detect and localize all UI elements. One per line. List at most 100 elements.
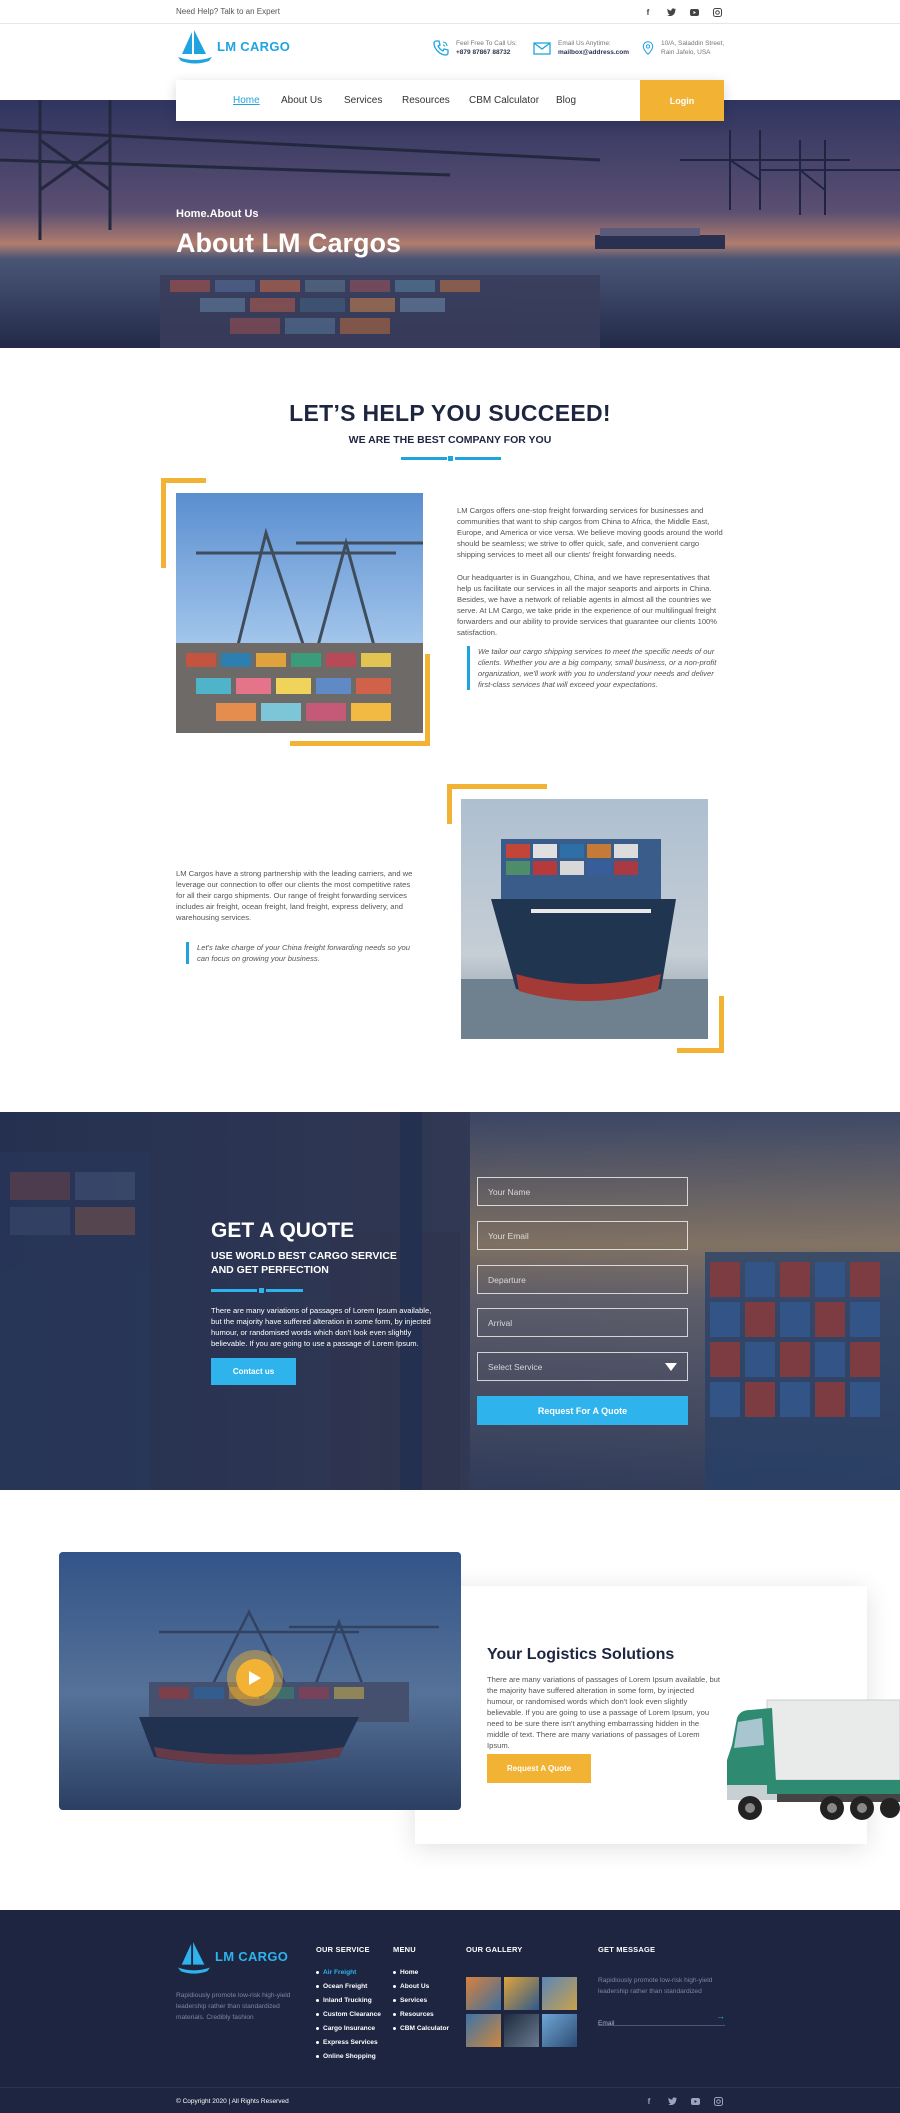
footer-email-placeholder: Email bbox=[598, 2020, 615, 2027]
footer-service-title: OUR SERVICE bbox=[316, 1945, 370, 1954]
intro-quote-2: Let's take charge of your China freight … bbox=[186, 942, 416, 964]
nav-resources[interactable]: Resources bbox=[402, 95, 450, 106]
quote-title: GET A QUOTE bbox=[211, 1219, 355, 1242]
request-quote-submit-button[interactable]: Request For A Quote bbox=[477, 1396, 688, 1425]
phone-label: Feel Free To Call Us: bbox=[456, 40, 517, 47]
footer-service-item[interactable]: Cargo Insurance bbox=[316, 2022, 381, 2036]
port-cranes-background bbox=[0, 100, 900, 348]
footer-menu-item[interactable]: Services bbox=[393, 1994, 449, 2008]
footer-service-list: Air Freight Ocean Freight Inland Truckin… bbox=[316, 1966, 381, 2064]
main-nav: Home About Us Services Resources CBM Cal… bbox=[176, 80, 724, 121]
instagram-icon[interactable] bbox=[712, 7, 722, 17]
port-crane-photo bbox=[176, 493, 423, 733]
gallery-thumb[interactable] bbox=[504, 2014, 539, 2047]
your-email-field[interactable]: Your Email bbox=[477, 1221, 688, 1250]
container-yard-background bbox=[0, 1112, 900, 1490]
address-line2: Rain Jafelo, USA bbox=[661, 49, 711, 56]
footer-logo[interactable]: LM CARGO bbox=[176, 1942, 288, 1976]
request-a-quote-button[interactable]: Request A Quote bbox=[487, 1754, 591, 1783]
nav-cbm-calculator[interactable]: CBM Calculator bbox=[469, 95, 539, 106]
login-button[interactable]: Login bbox=[640, 80, 724, 121]
breadcrumb: Home.About Us bbox=[176, 208, 259, 220]
contact-us-button[interactable]: Contact us bbox=[211, 1358, 296, 1385]
location-pin-icon bbox=[642, 41, 654, 55]
footer-divider bbox=[0, 2087, 900, 2088]
page-title: About LM Cargos bbox=[176, 228, 401, 258]
footer-logo-text: LM CARGO bbox=[215, 1949, 289, 1964]
hero-banner: Home.About Us About LM Cargos bbox=[0, 100, 900, 348]
header-phone: Feel Free To Call Us: +879 87867 88732 bbox=[432, 39, 517, 57]
footer-menu-item[interactable]: CBM Calculator bbox=[393, 2022, 449, 2036]
play-button[interactable] bbox=[236, 1659, 274, 1697]
arrow-right-icon[interactable]: → bbox=[716, 2011, 725, 2021]
footer-service-item[interactable]: Online Shopping bbox=[316, 2050, 381, 2064]
quote-text: There are many variations of passages of… bbox=[211, 1306, 432, 1348]
footer-service-item[interactable]: Custom Clearance bbox=[316, 2008, 381, 2022]
footer-email-input[interactable]: Email → bbox=[598, 2011, 725, 2027]
header-logo[interactable]: LM CARGO bbox=[176, 30, 290, 66]
container-ship-photo bbox=[461, 799, 708, 1039]
facebook-icon[interactable]: f bbox=[643, 7, 653, 17]
departure-field[interactable]: Departure bbox=[477, 1265, 688, 1294]
intro-title: LET’S HELP YOU SUCCEED! bbox=[289, 400, 611, 426]
instagram-icon[interactable] bbox=[713, 2096, 723, 2106]
youtube-icon[interactable] bbox=[689, 7, 699, 17]
quote-divider-dot bbox=[259, 1288, 264, 1293]
youtube-icon[interactable] bbox=[690, 2096, 700, 2106]
gallery-thumb[interactable] bbox=[504, 1977, 539, 2010]
top-bar: Need Help? Talk to an Expert f bbox=[0, 0, 900, 24]
gallery-thumb[interactable] bbox=[466, 1977, 501, 2010]
select-service-label: Select Service bbox=[488, 1362, 543, 1372]
your-name-field[interactable]: Your Name bbox=[477, 1177, 688, 1206]
select-service-dropdown[interactable]: Select Service bbox=[477, 1352, 688, 1381]
address-line1: 10/A, Saladdin Street, bbox=[661, 40, 725, 47]
nav-services[interactable]: Services bbox=[344, 95, 382, 106]
footer-service-item[interactable]: Inland Trucking bbox=[316, 1994, 381, 2008]
intro-paragraph-2: Our headquarter is in Guangzhou, China, … bbox=[457, 573, 718, 637]
footer-menu-item[interactable]: About Us bbox=[393, 1980, 449, 1994]
play-icon bbox=[249, 1671, 261, 1685]
gallery-thumb[interactable] bbox=[542, 2014, 577, 2047]
footer-about-text: Rapidiously promote low-risk high-yield … bbox=[176, 1992, 291, 2021]
footer-social-links: f bbox=[644, 2096, 723, 2106]
email-value[interactable]: mailbox@address.com bbox=[558, 48, 629, 57]
play-button-ring[interactable] bbox=[227, 1650, 283, 1706]
copyright-text: © Copyright 2020 | All Rights Reserved bbox=[176, 2098, 289, 2105]
ship-logo-icon bbox=[178, 30, 212, 64]
intro-subtitle: WE ARE THE BEST COMPANY FOR YOU bbox=[348, 434, 552, 446]
footer-menu-item[interactable]: Home bbox=[393, 1966, 449, 1980]
quote-subtitle-2: AND GET PERFECTION bbox=[211, 1264, 329, 1276]
footer-service-item[interactable]: Ocean Freight bbox=[316, 1980, 381, 1994]
footer-message-title: GET MESSAGE bbox=[598, 1945, 656, 1954]
footer-menu-title: MENU bbox=[393, 1945, 416, 1954]
footer-service-item[interactable]: Air Freight bbox=[316, 1966, 381, 1980]
logo-text: LM CARGO bbox=[217, 39, 291, 54]
email-label: Email Us Anytime: bbox=[558, 40, 611, 47]
intro-quote-1: We tailor our cargo shipping services to… bbox=[467, 646, 725, 690]
footer-ship-logo-icon bbox=[177, 1942, 211, 1974]
nav-home[interactable]: Home bbox=[233, 95, 260, 106]
footer-service-item[interactable]: Express Services bbox=[316, 2036, 381, 2050]
header-email: Email Us Anytime: mailbox@address.com bbox=[532, 39, 629, 57]
envelope-icon bbox=[533, 42, 551, 55]
arrival-field[interactable]: Arrival bbox=[477, 1308, 688, 1337]
top-social-links: f bbox=[643, 7, 722, 17]
get-quote-section: GET A QUOTE USE WORLD BEST CARGO SERVICE… bbox=[0, 1112, 900, 1490]
facebook-icon[interactable]: f bbox=[644, 2096, 654, 2106]
footer-menu-item[interactable]: Resources bbox=[393, 2008, 449, 2022]
footer-menu-list: Home About Us Services Resources CBM Cal… bbox=[393, 1966, 449, 2036]
phone-value[interactable]: +879 87867 88732 bbox=[456, 48, 517, 57]
phone-icon bbox=[433, 40, 449, 56]
nav-blog[interactable]: Blog bbox=[556, 95, 576, 106]
header-address: 10/A, Saladdin Street, Rain Jafelo, USA bbox=[641, 39, 724, 57]
video-thumbnail[interactable] bbox=[59, 1552, 461, 1810]
title-divider-dot bbox=[448, 456, 453, 461]
twitter-icon[interactable] bbox=[666, 7, 676, 17]
chevron-down-icon bbox=[665, 1363, 677, 1371]
gallery-thumb[interactable] bbox=[542, 1977, 577, 2010]
nav-about-us[interactable]: About Us bbox=[281, 95, 322, 106]
intro-paragraph-3: LM Cargos have a strong partnership with… bbox=[176, 869, 413, 922]
solutions-title: Your Logistics Solutions bbox=[487, 1646, 675, 1663]
twitter-icon[interactable] bbox=[667, 2096, 677, 2106]
gallery-thumb[interactable] bbox=[466, 2014, 501, 2047]
